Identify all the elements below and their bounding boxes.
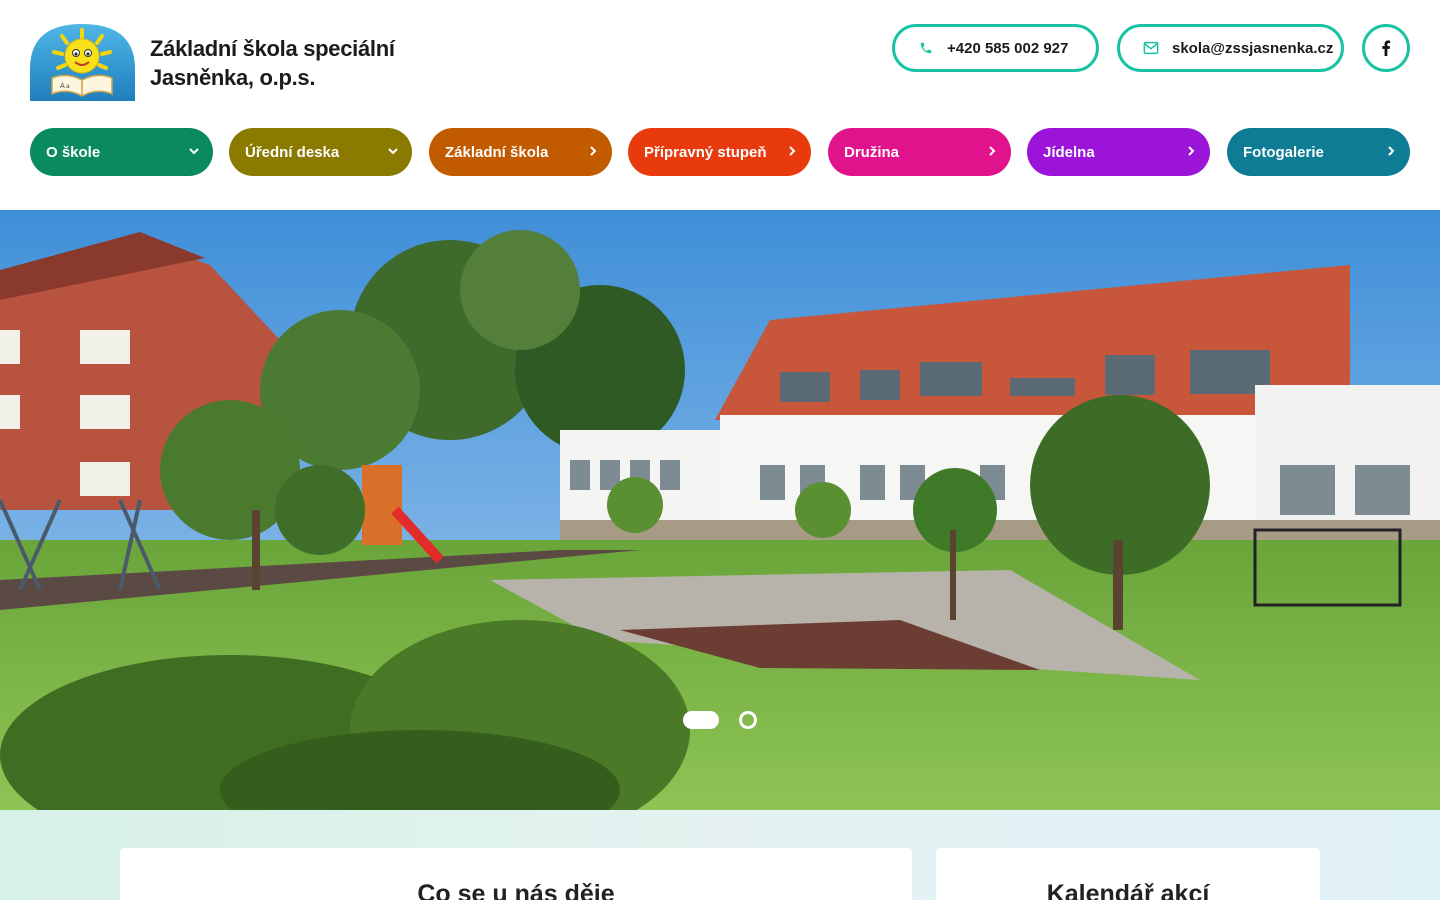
school-building-photo xyxy=(0,210,1440,810)
news-card: Co se u nás děje xyxy=(120,848,912,900)
nav-item-label: Základní škola xyxy=(445,143,549,161)
nav-item-pripravny-stupen[interactable]: Přípravný stupeň xyxy=(628,128,811,176)
school-name-line2: Jasněnka, o.p.s. xyxy=(150,65,316,90)
nav-item-label: O škole xyxy=(46,143,101,161)
phone-icon xyxy=(917,39,935,57)
chevron-right-icon xyxy=(590,146,597,156)
facebook-icon xyxy=(1382,40,1391,56)
slider-dot[interactable] xyxy=(739,711,757,729)
chevron-right-icon xyxy=(789,146,796,156)
phone-button[interactable]: +420 585 002 927 xyxy=(892,24,1099,72)
svg-text:a: a xyxy=(66,83,70,90)
nav-item-label: Fotogalerie xyxy=(1243,143,1324,161)
nav-item-o-skole[interactable]: O škole xyxy=(30,128,213,176)
nav-item-uredni-deska[interactable]: Úřední deska xyxy=(229,128,412,176)
email-address: skola@zssjasnenka.cz xyxy=(1172,39,1334,57)
nav-item-label: Úřední deska xyxy=(245,143,340,161)
nav-item-druzina[interactable]: Družina xyxy=(828,128,1011,176)
nav-item-label: Družina xyxy=(844,143,900,161)
calendar-card: Kalendář akcí xyxy=(936,848,1320,900)
chevron-down-icon xyxy=(189,148,199,155)
sun-book-logo-icon: A a xyxy=(30,24,135,101)
nav-item-label: Přípravný stupeň xyxy=(644,143,767,161)
nav-item-fotogalerie[interactable]: Fotogalerie xyxy=(1227,128,1410,176)
mail-icon xyxy=(1142,39,1160,57)
main-navigation: O škole Úřední deska Základní škola Příp… xyxy=(30,128,1410,176)
nav-item-label: Jídelna xyxy=(1043,143,1095,161)
site-header: A a Základní škola speciální Jasněnka, o… xyxy=(0,0,1440,120)
school-name[interactable]: Základní škola speciální Jasněnka, o.p.s… xyxy=(150,34,395,92)
calendar-section-title: Kalendář akcí xyxy=(1046,880,1210,900)
svg-text:A: A xyxy=(60,82,65,90)
nav-item-zakladni-skola[interactable]: Základní škola xyxy=(429,128,612,176)
slider-dot-active[interactable] xyxy=(683,711,719,729)
chevron-right-icon xyxy=(1188,146,1195,156)
hero-slider xyxy=(0,210,1440,810)
school-logo[interactable]: A a xyxy=(30,24,135,101)
chevron-down-icon xyxy=(388,148,398,155)
phone-number: +420 585 002 927 xyxy=(947,39,1069,57)
facebook-button[interactable] xyxy=(1362,24,1410,72)
email-button[interactable]: skola@zssjasnenka.cz xyxy=(1117,24,1344,72)
chevron-right-icon xyxy=(1388,146,1395,156)
nav-item-jidelna[interactable]: Jídelna xyxy=(1027,128,1210,176)
school-name-line1: Základní škola speciální xyxy=(150,36,395,61)
news-section-title: Co se u nás děje xyxy=(417,880,615,900)
chevron-right-icon xyxy=(989,146,996,156)
